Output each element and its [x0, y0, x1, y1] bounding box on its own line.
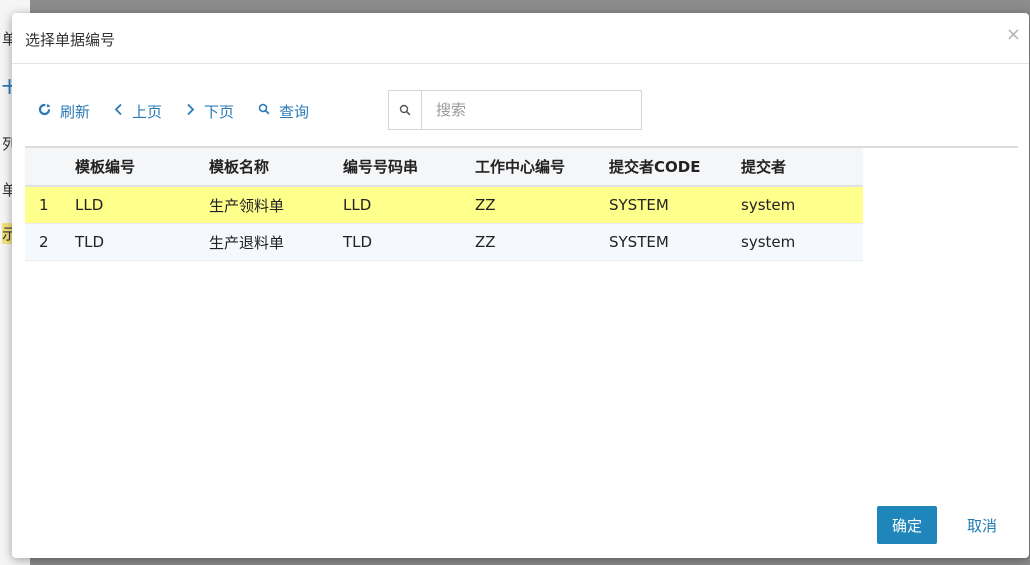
prev-page-label: 上页 [132, 102, 163, 121]
table-cell: 生产退料单 [209, 223, 343, 261]
document-table: 模板编号 模板名称 编号号码串 工作中心编号 提交者CODE 提交者 1 LLD… [25, 146, 1018, 261]
confirm-button[interactable]: 确定 [877, 506, 937, 544]
row-index: 1 [25, 186, 75, 224]
table-cell: TLD [343, 223, 475, 261]
query-label: 查询 [279, 102, 310, 121]
table-row[interactable]: 1 LLD 生产领料单 LLD ZZ SYSTEM system [25, 186, 863, 224]
column-header-index [25, 148, 75, 187]
next-page-label: 下页 [204, 102, 235, 121]
chevron-left-icon [114, 103, 123, 120]
column-header-number-string[interactable]: 编号号码串 [343, 148, 475, 187]
table-cell: TLD [75, 223, 209, 261]
close-icon[interactable]: × [1006, 24, 1021, 45]
column-header-template-name[interactable]: 模板名称 [209, 148, 343, 187]
table-cell: SYSTEM [609, 223, 741, 261]
row-index: 2 [25, 223, 75, 261]
table-cell: ZZ [475, 223, 609, 261]
table-row[interactable]: 2 TLD 生产退料单 TLD ZZ SYSTEM system [25, 223, 863, 261]
toolbar: 刷新 上页 下页 查询 [38, 91, 333, 131]
column-header-work-center-code[interactable]: 工作中心编号 [475, 148, 609, 187]
table-cell: LLD [343, 186, 475, 224]
table-cell: system [741, 186, 863, 224]
cancel-button[interactable]: 取消 [967, 506, 997, 544]
query-button[interactable]: 查询 [258, 101, 309, 122]
next-page-button[interactable]: 下页 [186, 101, 234, 122]
refresh-icon [38, 102, 51, 120]
prev-page-button[interactable]: 上页 [114, 101, 162, 122]
chevron-right-icon [186, 103, 195, 120]
refresh-button[interactable]: 刷新 [38, 101, 90, 122]
dialog-title: 选择单据编号 [25, 31, 116, 49]
search-box [388, 90, 642, 130]
column-header-template-code[interactable]: 模板编号 [75, 148, 209, 187]
search-icon [258, 103, 270, 119]
table-cell: system [741, 223, 863, 261]
table-cell: ZZ [475, 186, 609, 224]
table-cell: SYSTEM [609, 186, 741, 224]
table-cell: 生产领料单 [209, 186, 343, 224]
refresh-label: 刷新 [60, 102, 91, 121]
search-icon [389, 91, 422, 129]
column-header-submitter-code[interactable]: 提交者CODE [609, 148, 741, 187]
table-cell: LLD [75, 186, 209, 224]
dialog-header: 选择单据编号 × [12, 13, 1029, 64]
table-header-row: 模板编号 模板名称 编号号码串 工作中心编号 提交者CODE 提交者 [25, 148, 863, 187]
search-input[interactable] [434, 100, 628, 120]
column-header-submitter[interactable]: 提交者 [741, 148, 863, 187]
select-document-number-dialog: 选择单据编号 × 刷新 上页 下页 查询 搜索 模板编号 模板名称 编号号码串 … [12, 13, 1029, 558]
